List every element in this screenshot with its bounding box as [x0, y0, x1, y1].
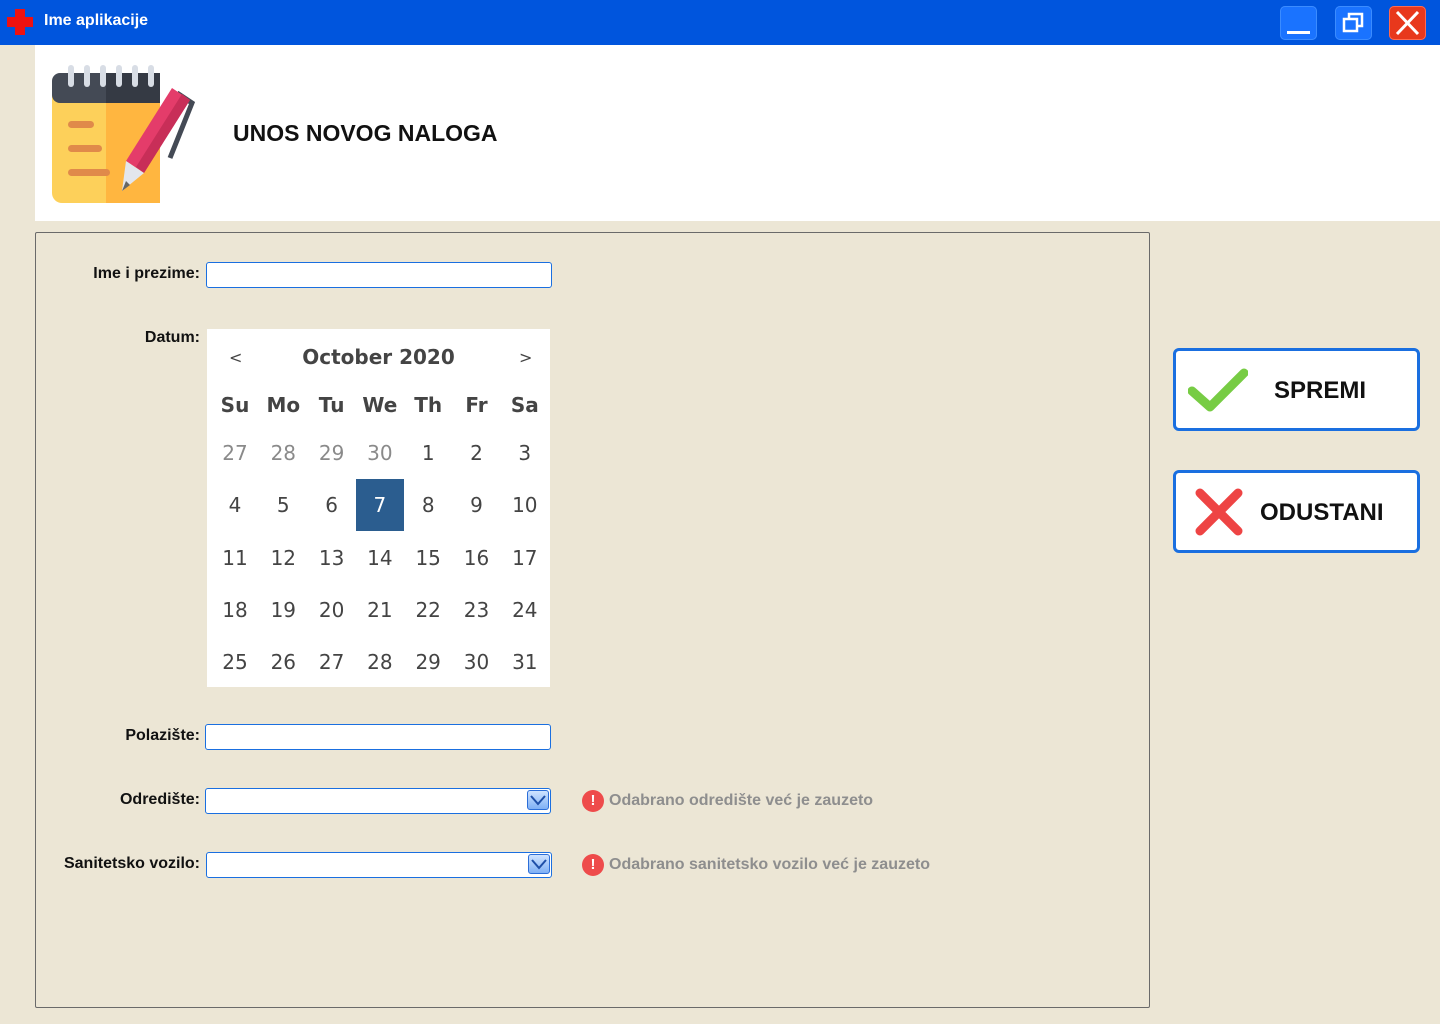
calendar-day[interactable]: 23 [453, 584, 501, 636]
restore-button[interactable] [1335, 6, 1372, 40]
destination-warning-text: Odabrano odredište već je zauzeto [609, 792, 874, 809]
name-label: Ime i prezime: [93, 265, 200, 282]
calendar-day[interactable]: 14 [356, 532, 404, 584]
chevron-down-icon [530, 795, 546, 806]
calendar-day[interactable]: 29 [308, 427, 356, 479]
form-panel [35, 232, 1150, 1008]
date-label: Datum: [144, 329, 200, 346]
calendar-day[interactable]: 18 [211, 584, 259, 636]
calendar-weekday: Su [220, 393, 250, 417]
destination-label: Odredište: [119, 791, 200, 808]
calendar-day[interactable]: 17 [501, 532, 549, 584]
calendar-day[interactable]: 6 [308, 479, 356, 531]
minimize-button[interactable] [1280, 6, 1317, 40]
calendar-day[interactable]: 15 [404, 532, 452, 584]
calendar-day[interactable]: 19 [259, 584, 307, 636]
destination-dropdown-button[interactable] [527, 790, 549, 810]
calendar-day[interactable]: 11 [211, 532, 259, 584]
calendar-day[interactable]: 8 [404, 479, 452, 531]
cancel-button[interactable]: ODUSTANI [1173, 470, 1420, 553]
origin-label: Polazište: [125, 727, 200, 744]
calendar-day[interactable]: 16 [453, 532, 501, 584]
calendar-month: October 2020 [302, 345, 455, 369]
save-button[interactable]: SPREMI [1173, 348, 1420, 431]
calendar-day[interactable]: 20 [308, 584, 356, 636]
date-calendar[interactable]: < October 2020 > Su Mo Tu We Th Fr Sa 27 28 29 30 1… [207, 329, 550, 687]
calendar-day[interactable]: 13 [308, 532, 356, 584]
calendar-day[interactable]: 29 [404, 636, 452, 688]
calendar-day[interactable]: 25 [211, 636, 259, 688]
calendar-day[interactable]: 26 [259, 636, 307, 688]
calendar-weekday: Sa [510, 393, 539, 417]
calendar-day[interactable]: 30 [453, 636, 501, 688]
page-title: UNOS NOVOG NALOGA [233, 120, 498, 146]
calendar-day[interactable]: 21 [356, 584, 404, 636]
calendar-day[interactable]: 7 [355, 479, 404, 532]
name-input[interactable] [206, 262, 552, 288]
vehicle-label: Sanitetsko vozilo: [63, 855, 200, 872]
vehicle-warning-text: Odabrano sanitetsko vozilo već je zauzet… [609, 856, 930, 873]
notepad-pen-icon [52, 65, 196, 203]
red-cross-icon [7, 9, 33, 35]
chevron-down-icon [531, 859, 547, 870]
minimize-icon [1287, 31, 1310, 34]
calendar-next-button[interactable]: > [519, 348, 532, 367]
calendar-day[interactable]: 28 [356, 636, 404, 688]
close-icon [1395, 10, 1420, 36]
calendar-day[interactable]: 12 [259, 532, 307, 584]
calendar-day[interactable]: 10 [501, 479, 549, 531]
calendar-day[interactable]: 31 [501, 636, 549, 688]
window-title: Ime aplikacije [44, 12, 149, 29]
vehicle-dropdown-button[interactable] [528, 854, 550, 874]
destination-select[interactable] [205, 788, 551, 814]
save-label: SPREMI [1274, 377, 1367, 404]
checkmark-icon [1188, 368, 1248, 412]
calendar-weekday: Tu [318, 393, 345, 417]
calendar-day[interactable]: 4 [211, 479, 259, 531]
restore-icon [1342, 12, 1364, 33]
title-bar: Ime aplikacije [0, 0, 1440, 45]
calendar-day[interactable]: 9 [453, 479, 501, 531]
calendar-day[interactable]: 5 [259, 479, 307, 531]
calendar-day[interactable]: 30 [356, 427, 404, 479]
vehicle-select[interactable] [206, 852, 552, 878]
close-button[interactable] [1389, 6, 1426, 40]
vehicle-warning-icon: ! [582, 854, 604, 876]
cancel-label: ODUSTANI [1260, 499, 1384, 526]
calendar-day[interactable]: 3 [501, 427, 549, 479]
calendar-day[interactable]: 1 [404, 427, 452, 479]
calendar-weekday: Th [414, 393, 443, 417]
page-header: UNOS NOVOG NALOGA [35, 45, 1440, 221]
calendar-day[interactable]: 28 [259, 427, 307, 479]
calendar-weekday: We [362, 393, 398, 417]
calendar-day[interactable]: 27 [308, 636, 356, 688]
calendar-day[interactable]: 2 [453, 427, 501, 479]
calendar-day[interactable]: 27 [211, 427, 259, 479]
calendar-weekday: Mo [266, 393, 301, 417]
calendar-weekday: Fr [465, 393, 488, 417]
destination-warning-icon: ! [582, 790, 604, 812]
origin-input[interactable] [205, 724, 551, 750]
calendar-day[interactable]: 24 [501, 584, 549, 636]
x-cross-icon [1195, 488, 1243, 536]
calendar-day[interactable]: 22 [404, 584, 452, 636]
